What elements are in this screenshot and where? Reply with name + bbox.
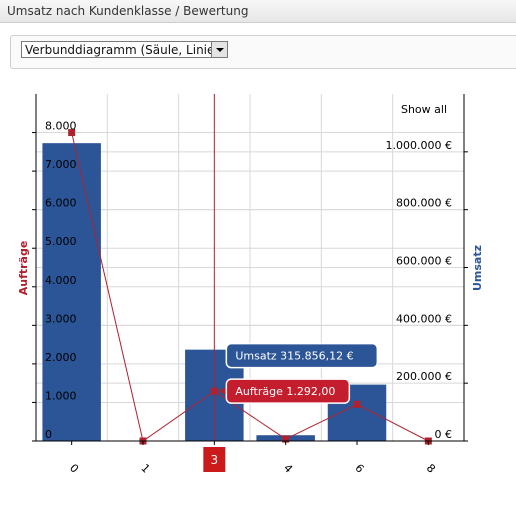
tooltip-text: Aufträge 1.292,00 [235,385,335,398]
tooltip-umsatz: Umsatz 315.856,12 € [218,342,379,369]
left-axis-title: Aufträge [17,241,30,296]
line-point-6 [353,400,361,408]
left-tick-label: 5.000 [45,235,77,248]
x-tick-label: 4 [281,461,295,475]
tooltip-text: Umsatz 315.856,12 € [235,350,353,363]
left-tick-label: 1.000 [45,389,77,402]
x-tick-label: 0 [67,461,81,475]
left-tick-label: 7.000 [45,158,77,171]
x-tick-label: 1 [138,461,152,475]
crosshair-badge-label: 3 [211,453,219,467]
left-tick-label: 3.000 [45,312,77,325]
right-tick-label: 0 € [435,428,453,441]
x-tick-label: 6 [352,461,366,475]
left-tick-label: 0 [45,428,52,441]
left-tick-label: 2.000 [45,351,77,364]
right-tick-label: 600.000 € [396,255,452,268]
right-tick-label: 800.000 € [396,197,452,210]
left-tick-label: 8.000 [45,120,77,133]
right-tick-label: 400.000 € [396,312,452,325]
line-point-3 [210,387,218,395]
left-tick-label: 4.000 [45,274,77,287]
combo-chart: 0 1.000 2.000 3.000 4.000 5.000 6.000 7.000 8.00… [17,94,484,476]
show-all-link[interactable]: Show all [401,103,447,116]
right-axis-title: Umsatz [471,245,484,291]
x-tick-label: 8 [424,461,438,475]
right-tick-label: 1.000.000 € [386,139,452,152]
tooltip-auftraege: Aufträge 1.292,00 [218,378,351,404]
right-tick-label: 200.000 € [396,370,452,383]
left-tick-label: 6.000 [45,197,77,210]
